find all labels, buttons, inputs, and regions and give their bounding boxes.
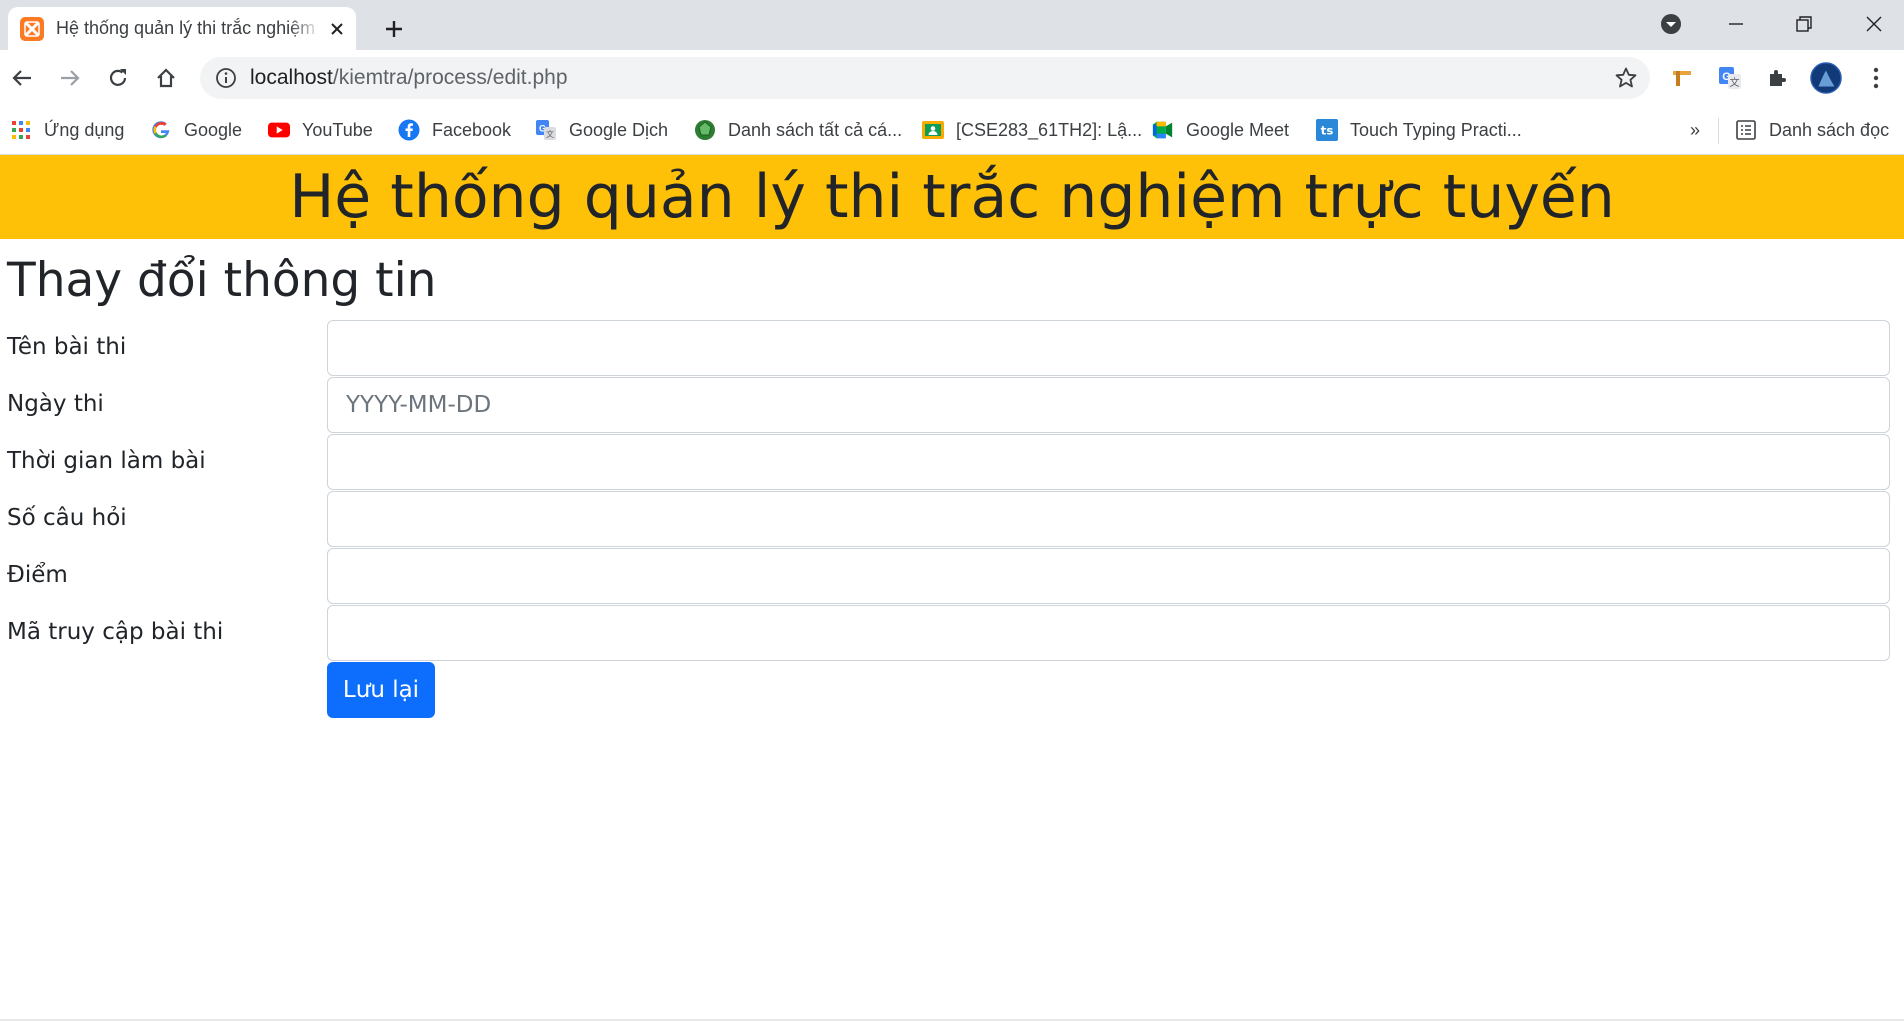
back-arrow-icon[interactable] <box>4 60 40 96</box>
field-label: Ngày thi <box>7 391 104 417</box>
score-input[interactable] <box>327 548 1890 604</box>
overflow-chevron-icon: » <box>1690 119 1701 140</box>
header-banner: Hệ thống quản lý thi trắc nghiệm trực tu… <box>0 155 1904 239</box>
close-tab-icon[interactable] <box>325 17 349 41</box>
active-tab[interactable]: Hệ thống quản lý thi trắc nghiệm trực tu… <box>8 7 356 50</box>
field-label: Thời gian làm bài <box>7 448 206 474</box>
bookmark-cse283[interactable]: [CSE283_61TH2]: Lậ... <box>922 116 1142 144</box>
google-icon <box>150 119 172 141</box>
reading-list-label: Danh sách đọc <box>1769 119 1890 140</box>
form-row-thoi-gian: Thời gian làm bài <box>0 434 1904 491</box>
duration-input[interactable] <box>327 434 1890 490</box>
star-icon[interactable] <box>1614 66 1638 90</box>
youtube-icon <box>268 119 290 141</box>
bookmark-touch-typing[interactable]: ts Touch Typing Practi... <box>1316 116 1522 144</box>
access-code-input[interactable] <box>327 605 1890 661</box>
puzzle-icon[interactable] <box>1762 62 1794 94</box>
bookmark-label: YouTube <box>302 119 373 140</box>
restore-icon[interactable] <box>1788 8 1820 40</box>
bookmark-label: Danh sách tất cả cá... <box>728 119 903 140</box>
bookmark-google-dich[interactable]: G文 Google Dịch <box>535 116 668 144</box>
page-title: Thay đổi thông tin <box>7 253 437 308</box>
tab-search-icon[interactable] <box>1655 8 1687 40</box>
address-bar[interactable]: localhost/kiemtra/process/edit.php <box>200 57 1650 99</box>
xampp-favicon-icon <box>20 16 44 41</box>
kebab-menu-icon[interactable] <box>1860 62 1892 94</box>
exam-date-input[interactable] <box>327 377 1890 433</box>
reload-icon[interactable] <box>100 60 136 96</box>
bookmark-google-meet[interactable]: Google Meet <box>1152 116 1289 144</box>
bookmark-apps[interactable]: Ứng dụng <box>10 116 124 144</box>
reading-list-button[interactable]: Danh sách đọc <box>1735 116 1889 144</box>
svg-text:文: 文 <box>546 129 554 139</box>
bookmarks-overflow-button[interactable]: » <box>1690 116 1700 144</box>
form-row-ten-bai-thi: Tên bài thi <box>0 320 1904 377</box>
page-content: Hệ thống quản lý thi trắc nghiệm trực tu… <box>0 155 1904 1021</box>
url-host: localhost <box>250 66 333 89</box>
bookmark-google[interactable]: Google <box>150 116 242 144</box>
url-text[interactable]: localhost/kiemtra/process/edit.php <box>250 66 568 90</box>
info-icon[interactable] <box>214 66 238 90</box>
google-translate-extension-icon[interactable]: G文 <box>1714 62 1746 94</box>
home-icon[interactable] <box>148 60 184 96</box>
field-label: Mã truy cập bài thi <box>7 619 224 645</box>
bookmarks-divider <box>1718 118 1719 144</box>
exam-name-input[interactable] <box>327 320 1890 376</box>
bookmark-label: Google Dịch <box>569 119 669 140</box>
question-count-input[interactable] <box>327 491 1890 547</box>
reading-list-icon <box>1735 119 1757 141</box>
bookmark-label: Facebook <box>432 119 512 140</box>
tab-title: Hệ thống quản lý thi trắc nghiệm trực tu… <box>56 18 321 38</box>
svg-text:文: 文 <box>1730 76 1740 89</box>
field-label: Tên bài thi <box>7 334 127 360</box>
bookmarks-bar: Ứng dụng Google YouTube Facebook G文 Goog… <box>0 106 1904 155</box>
apps-grid-icon <box>10 119 32 141</box>
close-window-icon[interactable] <box>1858 8 1890 40</box>
avatar[interactable] <box>1810 62 1842 94</box>
bookmark-label: Google <box>184 119 243 140</box>
classroom-icon <box>922 119 944 141</box>
banner-title: Hệ thống quản lý thi trắc nghiệm trực tu… <box>289 162 1615 232</box>
form-row-so-cau-hoi: Số câu hỏi <box>0 491 1904 548</box>
new-tab-plus-icon[interactable] <box>378 13 410 45</box>
form-row-diem: Điểm <box>0 548 1904 605</box>
url-path: /kiemtra/process/edit.php <box>332 66 568 89</box>
tab-strip: Hệ thống quản lý thi trắc nghiệm trực tu… <box>0 0 1904 50</box>
bookmark-danh-sach[interactable]: Danh sách tất cả cá... <box>694 116 902 144</box>
facebook-icon <box>398 119 420 141</box>
bookmark-facebook[interactable]: Facebook <box>398 116 511 144</box>
globe-icon <box>694 119 716 141</box>
minimize-icon[interactable] <box>1720 8 1752 40</box>
browser-toolbar: localhost/kiemtra/process/edit.php G文 <box>0 50 1904 106</box>
field-label: Điểm <box>7 562 68 588</box>
form-row-ma-truy-cap: Mã truy cập bài thi <box>0 605 1904 662</box>
google-translate-icon: G文 <box>535 119 557 141</box>
forward-arrow-icon[interactable] <box>52 60 88 96</box>
form-row-ngay-thi: Ngày thi <box>0 377 1904 434</box>
svg-text:ts: ts <box>1321 124 1334 138</box>
bookmark-label: [CSE283_61TH2]: Lậ... <box>956 119 1143 140</box>
bookmark-label: Touch Typing Practi... <box>1350 119 1522 140</box>
field-label: Số câu hỏi <box>7 505 127 531</box>
bookmark-label: Google Meet <box>1186 119 1290 140</box>
meet-icon <box>1152 119 1174 141</box>
save-button[interactable]: Lưu lại <box>327 662 435 718</box>
ts-icon: ts <box>1316 119 1338 141</box>
bookmark-label: Ứng dụng <box>44 119 125 140</box>
extension-ruler-icon[interactable] <box>1666 62 1698 94</box>
bookmark-youtube[interactable]: YouTube <box>268 116 373 144</box>
